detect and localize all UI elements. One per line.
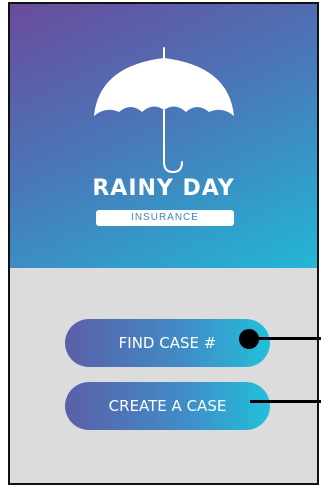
brand-tagline: INSURANCE (96, 210, 234, 226)
create-case-button[interactable]: CREATE A CASE (65, 382, 270, 430)
callout-line-find (255, 337, 321, 340)
umbrella-icon (94, 47, 234, 174)
brand-header: RAINY DAY INSURANCE (10, 4, 317, 268)
brand-name: RAINY DAY (92, 176, 235, 201)
app-screen: RAINY DAY INSURANCE FIND CASE # CREATE A… (8, 2, 319, 485)
callout-line-create (250, 400, 321, 403)
